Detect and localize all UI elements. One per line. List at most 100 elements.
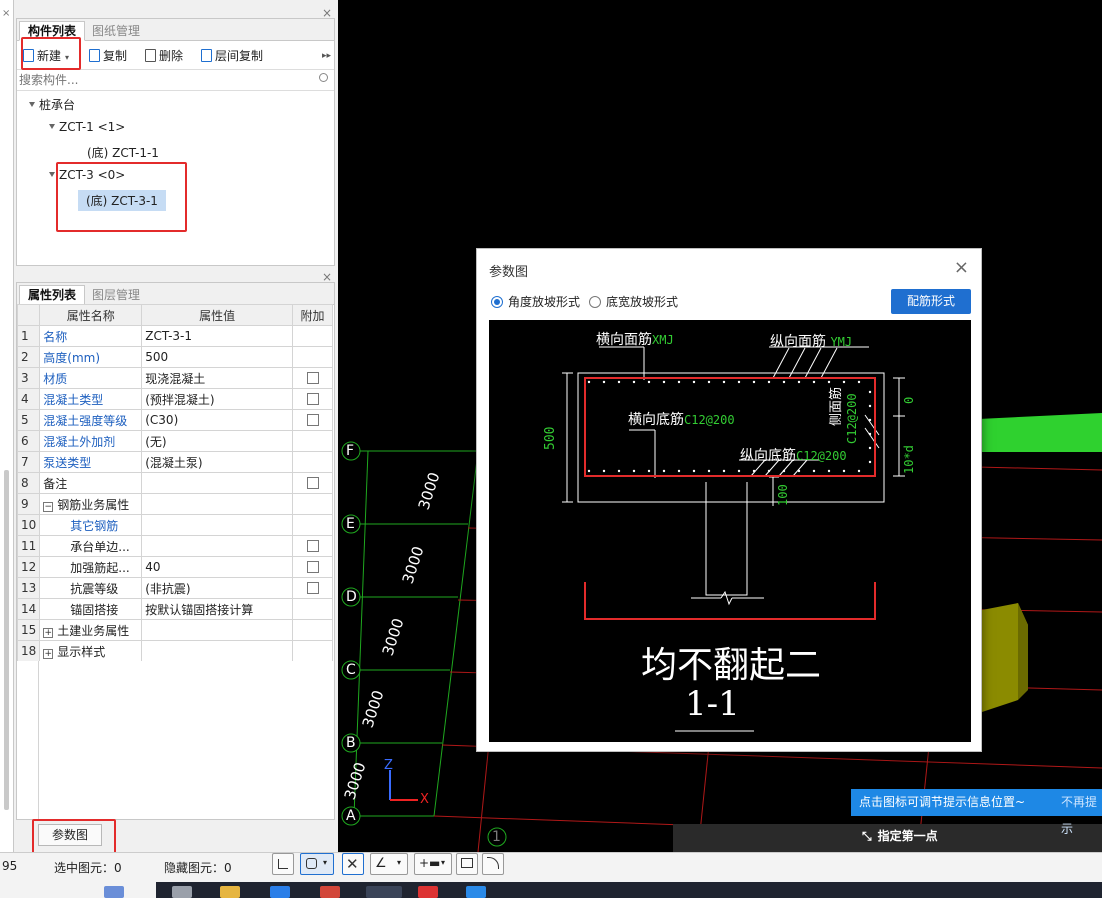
close-icon[interactable]: × (954, 257, 969, 278)
expand-icon[interactable]: + (43, 627, 54, 638)
table-row[interactable]: 9− 钢筋业务属性 (16, 493, 333, 515)
app-icon[interactable] (172, 886, 192, 898)
highlight-new-button (21, 37, 81, 70)
display-button[interactable] (456, 853, 478, 875)
offset-icon: +▬ (419, 856, 441, 870)
tab-property-list[interactable]: 属性列表 (19, 285, 86, 305)
crosshair-icon: ⤡ (862, 829, 872, 843)
table-row[interactable]: 4 混凝土类型 (预拌混凝土) (16, 388, 333, 410)
angle-button[interactable]: ∠ ▾ (370, 853, 408, 875)
table-row[interactable]: 18 + 显示样式 (16, 640, 333, 662)
trash-icon (145, 49, 156, 62)
table-row[interactable]: 1 名称 ZCT-3-1 (16, 325, 333, 347)
checkbox[interactable] (306, 540, 319, 552)
search-icon[interactable] (319, 73, 328, 82)
status-value: 95 (2, 859, 18, 873)
checkbox[interactable] (306, 477, 319, 489)
table-row[interactable]: 6 混凝土外加剂 (无) (16, 430, 333, 452)
table-row[interactable]: 7 泵送类型 (混凝土泵) (16, 451, 333, 473)
dim-height: 500 (543, 426, 558, 450)
copy-button[interactable]: 复制 (89, 44, 127, 68)
dim-100: 100 (776, 484, 790, 506)
chevron-down-icon: ▾ (441, 858, 446, 867)
status-bar: 95 选中图元：0 隐藏图元：0 ▾ ✕ ∠ ▾ +▬ ▾ (0, 852, 1102, 882)
ortho-mode-button[interactable] (272, 853, 294, 875)
table-row[interactable]: 5 混凝土强度等级 (C30) (16, 409, 333, 431)
chevron-down-icon: ▾ (323, 858, 328, 867)
checkbox[interactable] (306, 393, 319, 405)
property-table: 属性名称 属性值 附加 1 名称 ZCT-3-1 2 高度(mm) 500 3 材质 现浇混… (16, 304, 333, 662)
radio-icon (589, 296, 601, 308)
more-tools-icon[interactable]: ▸▸ (322, 44, 331, 68)
table-row[interactable]: 15 + 土建业务属性 (16, 619, 333, 641)
angle-icon: ∠ (375, 856, 387, 871)
checkbox[interactable] (306, 372, 319, 384)
section-label: 1-1 (685, 684, 740, 724)
snap-icon (306, 858, 317, 869)
axis-label-a: A (346, 808, 356, 824)
app-icon[interactable] (418, 886, 438, 898)
checkbox[interactable] (306, 414, 319, 426)
axis-label-c: C (346, 662, 356, 678)
snap-mode-button[interactable]: ▾ (300, 853, 334, 875)
hint-tooltip[interactable]: 点击图标可调节提示信息位置~ 不再提示 (851, 789, 1102, 836)
expand-icon (49, 124, 55, 129)
delete-button[interactable]: 删除 (145, 44, 183, 68)
expand-icon[interactable]: + (43, 648, 54, 659)
hidden-count: 隐藏图元：0 (164, 861, 232, 875)
label-bottom-transverse: 横向底筋C12@200 (628, 412, 735, 428)
app-icon[interactable] (466, 886, 486, 898)
table-row[interactable]: 12 加强筋起... 40 (16, 556, 333, 578)
tree-item-zct1-1[interactable]: (底) ZCT-1-1 (87, 144, 159, 161)
offset-button[interactable]: +▬ ▾ (414, 853, 452, 875)
floor-copy-icon (201, 49, 212, 62)
table-row[interactable]: 3 材质 现浇混凝土 (16, 367, 333, 389)
ortho-icon (278, 859, 288, 869)
drawing-caption: 均不翻起二 (641, 645, 822, 686)
tab-drawing-manage[interactable]: 图纸管理 (83, 21, 149, 41)
dim-10d: 10*d (902, 445, 916, 474)
edge-scrollbar[interactable] (4, 470, 9, 810)
highlight-param-button (32, 819, 116, 854)
os-taskbar (0, 882, 1102, 898)
table-row[interactable]: 10 其它钢筋 (16, 514, 333, 536)
monitor-icon (461, 858, 473, 868)
table-row[interactable]: 11 承台单边... (16, 535, 333, 557)
floor-copy-button[interactable]: 层间复制 (201, 44, 263, 68)
folder-icon[interactable] (220, 886, 240, 898)
command-prompt: ⤡ 指定第一点 (862, 829, 938, 843)
axis-label-1: 1 (492, 829, 501, 845)
search-input[interactable] (17, 70, 307, 90)
tree-group-zct1[interactable]: ZCT-1 <1> (49, 120, 125, 134)
highlight-zct3-group (56, 162, 187, 232)
label-side-bar: 侧面筋 (829, 386, 844, 426)
table-row[interactable]: 13 抗震等级 (非抗震) (16, 577, 333, 599)
collapse-icon[interactable]: − (43, 501, 54, 512)
tree-root[interactable]: 桩承台 (29, 96, 75, 113)
axis-label-f: F (346, 443, 355, 459)
radio-angle-slope[interactable]: 角度放坡形式 (491, 293, 580, 310)
arc-button[interactable] (482, 853, 504, 875)
radio-width-slope[interactable]: 底宽放坡形式 (589, 293, 678, 310)
rebar-form-button[interactable]: 配筋形式 (891, 289, 971, 314)
axis-label-d: D (346, 589, 357, 605)
taskbar-left-blank (0, 882, 156, 898)
arc-icon (487, 857, 499, 869)
param-drawing-canvas: 横向面筋XMJ 纵向面筋 YMJ 横向底筋C12@200 纵向底筋C12@200… (489, 320, 971, 742)
active-app-icon[interactable] (366, 886, 402, 898)
label-side-code: C12@200 (845, 393, 859, 444)
cross-mode-button[interactable]: ✕ (342, 853, 364, 875)
checkbox[interactable] (306, 582, 319, 594)
app-icon[interactable] (104, 886, 124, 898)
app-icon[interactable] (320, 886, 340, 898)
table-row[interactable]: 8 备注 (16, 472, 333, 494)
dont-show-again-link[interactable]: 不再提示 (1061, 789, 1102, 843)
label-top-transverse: 横向面筋XMJ (596, 332, 674, 348)
header-extra: 附加 (292, 304, 333, 326)
tab-layer-manage[interactable]: 图层管理 (83, 285, 149, 305)
browser-icon[interactable] (270, 886, 290, 898)
table-row[interactable]: 2 高度(mm) 500 (16, 346, 333, 368)
table-row[interactable]: 14 锚固搭接 按默认锚固搭接计算 (16, 598, 333, 620)
expand-icon (29, 102, 35, 107)
checkbox[interactable] (306, 561, 319, 573)
